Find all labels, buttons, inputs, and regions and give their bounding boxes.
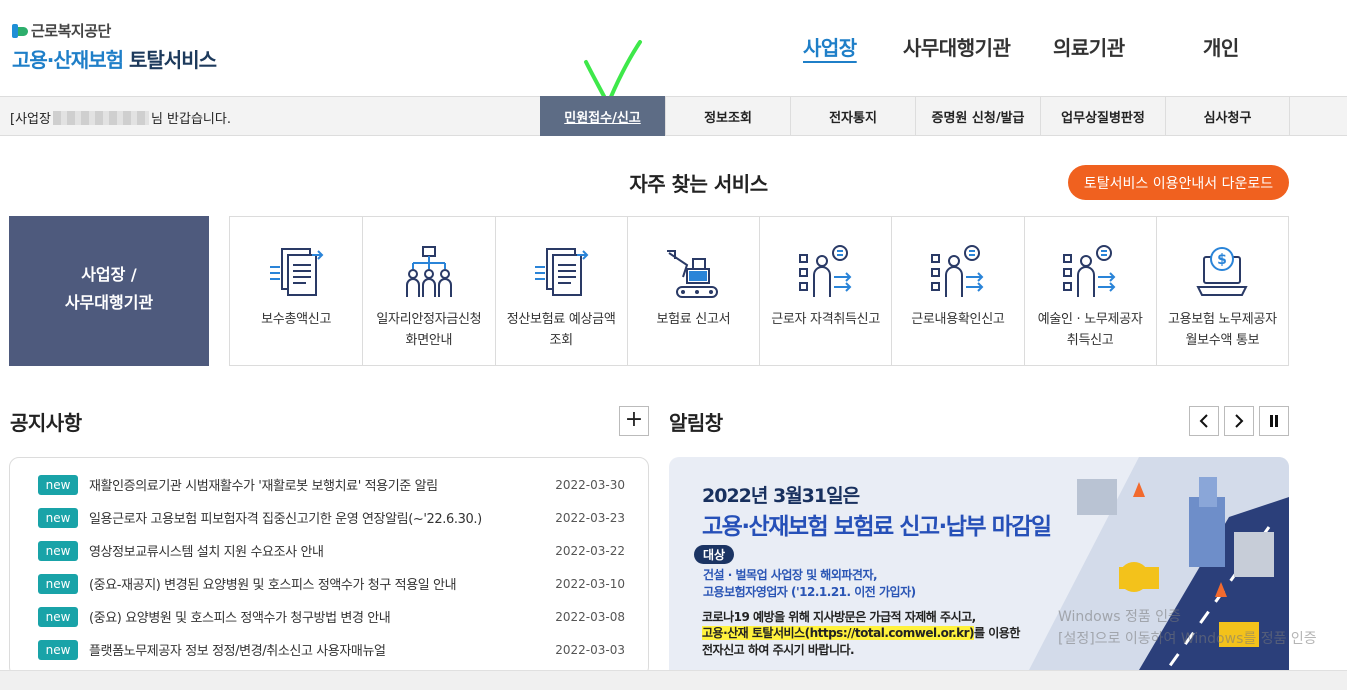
watermark-line-2: [설정]으로 이동하여 Windows를 정품 인증 <box>1058 631 1317 647</box>
money-laptop-icon: $ <box>1196 247 1248 296</box>
notice-item-text: (중요-재공지) 변경된 요양병원 및 호스피스 정액수가 청구 적용일 안내 <box>89 578 457 593</box>
alarm-pause-button[interactable] <box>1259 406 1289 436</box>
banner-target-line-1: 건설 · 벌목업 사업장 및 해외파견자, <box>703 568 878 582</box>
notice-item-date: 2022-03-30 <box>555 477 625 492</box>
notice-item-text: 일용근로자 고용보험 피보험자격 집중신고기한 운영 연장알림(~'22.6.3… <box>89 512 482 527</box>
gnb-tab-personal[interactable]: 개인 <box>1203 32 1239 61</box>
service-work-confirmation[interactable]: 근로내용확인신고 <box>891 217 1023 365</box>
chevron-right-icon <box>1235 414 1244 428</box>
alarm-title: 알림창 <box>669 411 723 435</box>
notice-item-text: (중요) 요양병원 및 호스피스 정액수가 청구방법 변경 안내 <box>89 611 391 626</box>
new-badge: new <box>38 639 78 660</box>
person-list-icon <box>798 245 852 297</box>
category-box: 사업장 / 사무대행기관 <box>9 216 209 366</box>
banner-text-line-3: 전자신고 하여 주시기 바랍니다. <box>702 643 855 657</box>
new-badge: new <box>38 474 78 495</box>
notice-item-date: 2022-03-08 <box>555 609 625 624</box>
notice-item[interactable]: new 영상정보교류시스템 설치 지원 수요조사 안내 2022-03-22 <box>38 534 648 567</box>
new-badge: new <box>38 606 78 627</box>
banner-title: 고용·산재보험 보험료 신고·납부 마감일 <box>702 514 1052 540</box>
service-worker-acquisition[interactable]: 근로자 자격취득신고 <box>759 217 891 365</box>
menu-civil-report[interactable]: 민원접수/신고 <box>540 96 665 136</box>
notice-item[interactable]: new 플랫폼노무제공자 정보 정정/변경/취소신고 사용자매뉴얼 2022-0… <box>38 633 648 666</box>
notice-title: 공지사항 <box>10 411 82 435</box>
category-line-2: 사무대행기관 <box>64 293 154 312</box>
banner-headline: 2022년 3월31일은 <box>702 485 860 507</box>
sub-nav-bar: [사업장 님 반갑습니다. 민원접수/신고 정보조회 전자통지 증명원 신청/발… <box>0 96 1347 136</box>
notice-item-text: 플랫폼노무제공자 정보 정정/변경/취소신고 사용자매뉴얼 <box>89 644 386 659</box>
service-label: 보험료 신고서 <box>656 312 731 327</box>
menu-info-inquiry[interactable]: 정보조회 <box>665 96 790 136</box>
banner-text-line-2: 고용·산재 토탈서비스(https://total.comwel.or.kr)를… <box>702 624 1020 641</box>
notice-more-button[interactable]: + <box>619 406 649 436</box>
menu-disease-judgment[interactable]: 업무상질병판정 <box>1040 96 1165 136</box>
gnb-tab-workplace[interactable]: 사업장 <box>803 32 857 61</box>
document-arrows-icon <box>535 248 589 296</box>
notice-item-date: 2022-03-03 <box>555 642 625 657</box>
bottom-strip <box>0 670 1347 690</box>
notice-item-text: 재활인증의료기관 시범재활수가 '재활로봇 보행치료' 적용기준 알림 <box>89 479 438 494</box>
gnb-tab-medical[interactable]: 의료기관 <box>1053 32 1125 61</box>
menu-review-request[interactable]: 심사청구 <box>1165 96 1290 136</box>
welcome-prefix: [사업장 <box>10 112 51 127</box>
pause-icon <box>1270 415 1278 427</box>
service-premium-report[interactable]: 보험료 신고서 <box>626 217 759 365</box>
new-badge: new <box>38 540 78 561</box>
service-monthly-wage-notice[interactable]: $ 고용보험 노무제공자 월보수액 통보 <box>1155 217 1288 365</box>
notice-item[interactable]: new (중요-재공지) 변경된 요양병원 및 호스피스 정액수가 청구 적용일… <box>38 567 648 600</box>
welcome-suffix: 님 반갑습니다. <box>150 112 231 127</box>
banner-text-line-2-rest: 를 이용한 <box>974 626 1020 640</box>
svg-text:$: $ <box>1218 252 1228 268</box>
banner-highlight-link: 고용·산재 토탈서비스(https://total.comwel.or.kr) <box>702 626 975 640</box>
service-wage-total-report[interactable]: 보수총액신고 <box>230 217 362 365</box>
banner-target-badge: 대상 <box>694 545 735 564</box>
service-label: 근로자 자격취득신고 <box>771 312 881 327</box>
sub-menu: 민원접수/신고 정보조회 전자통지 증명원 신청/발급 업무상질병판정 심사청구 <box>540 96 1290 136</box>
notice-item[interactable]: new (중요) 요양병원 및 호스피스 정액수가 청구방법 변경 안내 202… <box>38 600 648 633</box>
notice-item-date: 2022-03-22 <box>555 543 625 558</box>
category-line-1: 사업장 / <box>81 265 137 284</box>
menu-certificate[interactable]: 증명원 신청/발급 <box>915 96 1040 136</box>
service-label: 고용보험 노무제공자 월보수액 통보 <box>1167 312 1277 348</box>
notice-item-date: 2022-03-10 <box>555 576 625 591</box>
service-premium-estimate[interactable]: 정산보험료 예상금액 조회 <box>494 217 627 365</box>
welcome-message: [사업장 님 반갑습니다. <box>10 108 231 127</box>
service-label: 정산보험료 예상금액 조회 <box>506 312 616 348</box>
person-list-icon <box>1063 245 1116 297</box>
blurred-username <box>52 110 149 125</box>
watermark-line-1: Windows 정품 인증 <box>1058 609 1181 625</box>
document-arrows-icon <box>270 248 324 296</box>
new-badge: new <box>38 507 78 528</box>
person-list-icon <box>930 245 984 297</box>
banner-text-line-1: 코로나19 예방을 위해 지사방문은 가급적 자제해 주시고, <box>702 610 976 624</box>
service-label: 예술인 · 노무제공자 취득신고 <box>1037 312 1143 348</box>
excavator-icon <box>667 250 719 298</box>
alarm-prev-button[interactable] <box>1189 406 1219 436</box>
banner-target-line-2: 고용보험자영업자 ('12.1.21. 이전 가입자) <box>703 585 916 599</box>
notice-list: new 재활인증의료기관 시범재활수가 '재활로봇 보행치료' 적용기준 알림 … <box>9 457 649 677</box>
new-badge: new <box>38 573 78 594</box>
windows-activation-watermark: Windows 정품 인증 [설정]으로 이동하여 Windows를 정품 인증 <box>1058 606 1317 650</box>
page: 근로복지공단 고용·산재보험 토탈서비스 사업장 사무대행기관 의료기관 개인 [… <box>0 0 1347 690</box>
menu-e-notice[interactable]: 전자통지 <box>790 96 915 136</box>
org-chart-people-icon <box>405 246 452 297</box>
notice-item[interactable]: new 일용근로자 고용보험 피보험자격 집중신고기한 운영 연장알림(~'22… <box>38 501 648 534</box>
guide-download-button[interactable]: 토탈서비스 이용안내서 다운로드 <box>1068 165 1289 200</box>
notice-item-date: 2022-03-23 <box>555 510 625 525</box>
service-job-stability-fund[interactable]: 일자리안정자금신청화면안내 <box>362 217 494 365</box>
gnb-tab-agency[interactable]: 사무대행기관 <box>903 32 1011 61</box>
service-artist-acquisition[interactable]: 예술인 · 노무제공자 취득신고 <box>1023 217 1156 365</box>
service-list: 보수총액신고 일자리안정자금신청화면안내 정산보험료 예상금액 조회 보험료 신… <box>229 216 1289 366</box>
service-label: 일자리안정자금신청화면안내 <box>376 312 482 348</box>
notice-item-text: 영상정보교류시스템 설치 지원 수요조사 안내 <box>89 545 324 560</box>
service-label: 보수총액신고 <box>261 312 332 327</box>
notice-item[interactable]: new 재활인증의료기관 시범재활수가 '재활로봇 보행치료' 적용기준 알림 … <box>38 468 648 501</box>
global-nav: 사업장 사무대행기관 의료기관 개인 <box>0 32 1347 62</box>
alarm-next-button[interactable] <box>1224 406 1254 436</box>
chevron-left-icon <box>1199 414 1208 428</box>
service-label: 근로내용확인신고 <box>911 312 1005 327</box>
